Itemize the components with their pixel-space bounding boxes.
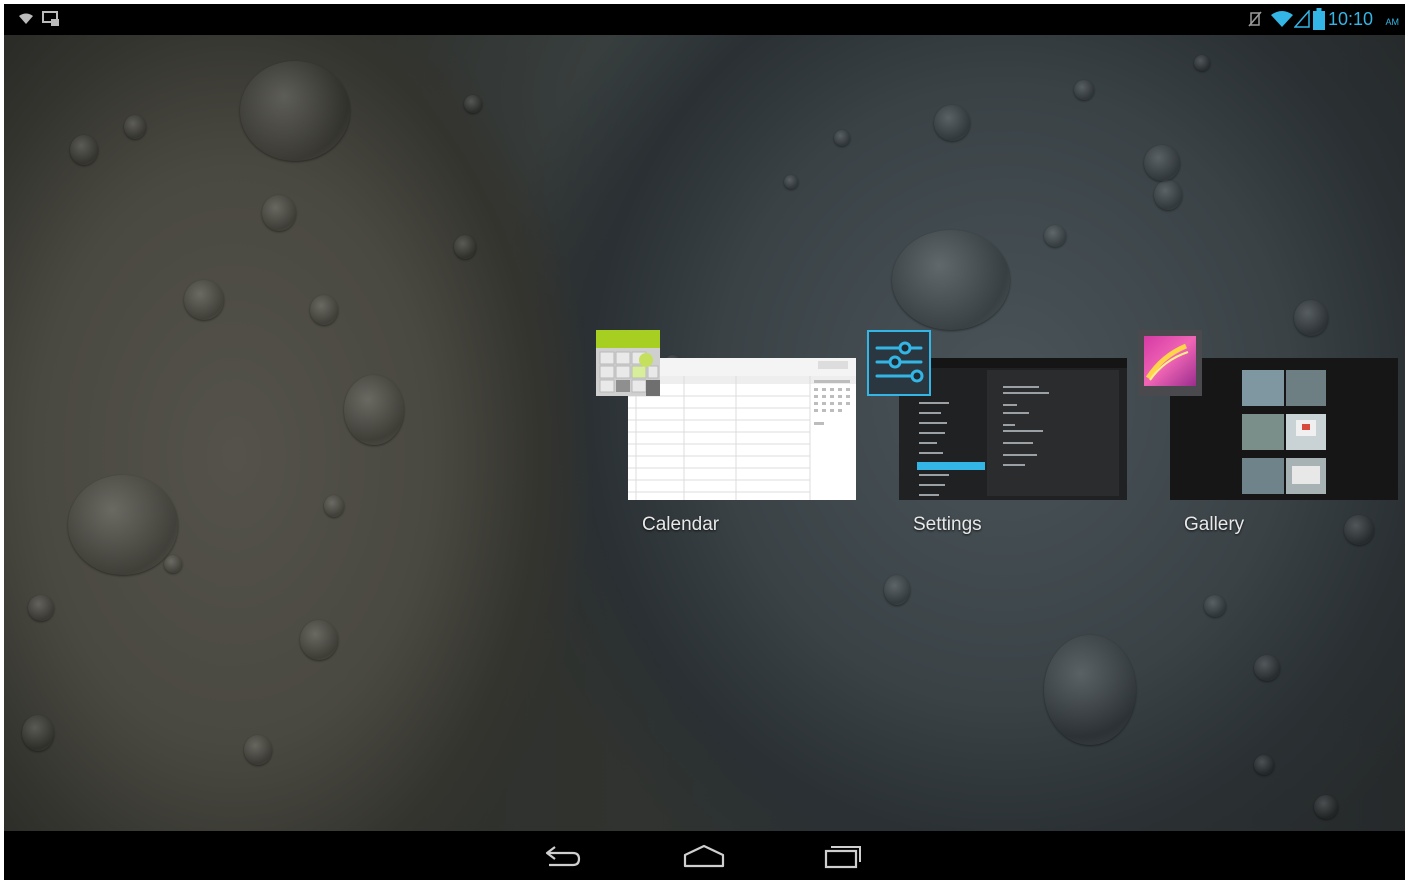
home-button[interactable] bbox=[674, 841, 734, 871]
gallery-thumbnail[interactable] bbox=[1170, 358, 1398, 500]
recent-app-settings[interactable]: Settings bbox=[867, 330, 1129, 540]
recent-app-label: Calendar bbox=[642, 514, 720, 535]
no-sim-icon bbox=[1248, 11, 1262, 27]
recent-apps-button[interactable] bbox=[814, 841, 874, 871]
recent-apps-icon bbox=[824, 846, 861, 869]
settings-thumbnail-content bbox=[899, 358, 1127, 496]
calendar-app-icon bbox=[596, 330, 660, 396]
home-icon bbox=[683, 844, 725, 868]
settings-app-icon bbox=[867, 330, 931, 396]
status-bar: 10:10 AM bbox=[4, 4, 1405, 35]
navigation-bar bbox=[4, 831, 1405, 880]
status-ampm: AM bbox=[1385, 17, 1400, 27]
calendar-thumbnail[interactable] bbox=[628, 358, 856, 500]
screenshot-notification-icon bbox=[42, 11, 59, 26]
wifi-notification-icon bbox=[19, 13, 33, 24]
tablet-screen: 10:10 AM Calendar Settings Gallery bbox=[4, 4, 1405, 880]
back-button[interactable] bbox=[535, 841, 595, 871]
cell-signal-icon bbox=[1294, 10, 1310, 28]
recent-app-calendar[interactable]: Calendar bbox=[596, 330, 858, 540]
settings-thumbnail[interactable] bbox=[899, 358, 1127, 500]
recent-app-label: Settings bbox=[913, 514, 982, 535]
status-clock: 10:10 bbox=[1327, 9, 1373, 29]
calendar-thumbnail-content bbox=[628, 358, 856, 500]
back-icon bbox=[545, 846, 581, 867]
gallery-thumbnail-content bbox=[1242, 370, 1326, 494]
recent-app-gallery[interactable]: Gallery bbox=[1138, 330, 1404, 540]
recent-app-label: Gallery bbox=[1184, 514, 1245, 535]
gallery-app-icon bbox=[1138, 330, 1202, 396]
wifi-signal-icon bbox=[1271, 11, 1293, 27]
battery-icon bbox=[1313, 8, 1325, 30]
